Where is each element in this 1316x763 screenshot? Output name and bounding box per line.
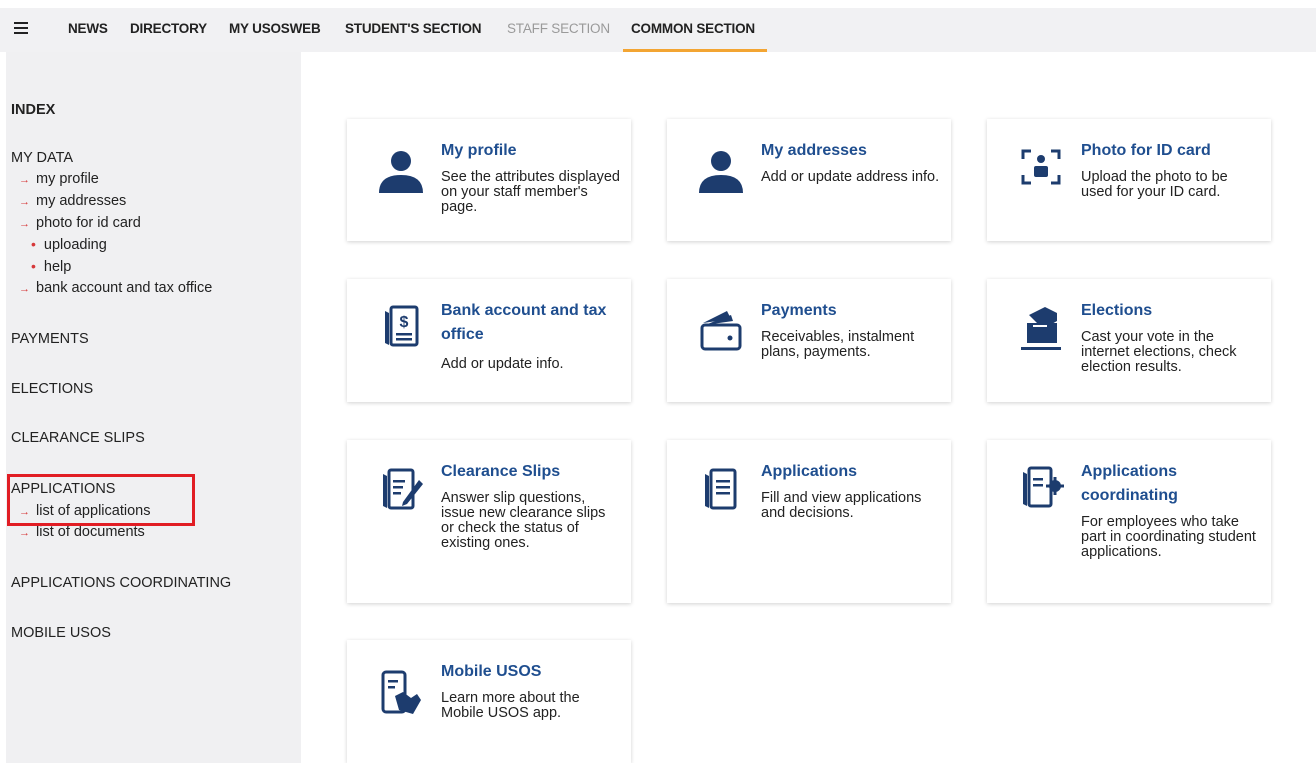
photo-id-icon — [1021, 149, 1061, 185]
person-icon — [379, 151, 423, 193]
card-title: Elections — [1081, 302, 1153, 319]
card-title: Applications — [761, 463, 858, 480]
card-description: Add or update info. — [441, 356, 564, 372]
nav-directory[interactable]: DIRECTORY — [130, 21, 207, 36]
card-title: Payments — [761, 302, 837, 319]
card-title: Applications coordinating — [1081, 463, 1178, 504]
top-navigation: NEWS DIRECTORY MY USOSWEB STUDENT'S SECT… — [0, 8, 1316, 52]
nav-my-usosweb[interactable]: MY USOSWEB — [229, 21, 321, 36]
nav-staff-section[interactable]: STAFF SECTION — [507, 21, 610, 36]
card-title: Photo for ID card — [1081, 142, 1211, 159]
sidebar-item-label: photo for id card — [36, 215, 141, 231]
menu-icon[interactable] — [14, 22, 28, 34]
arrow-right-icon: → — [19, 196, 30, 208]
dollar-document-icon: $ — [385, 305, 419, 347]
card-title: My addresses — [761, 142, 867, 159]
card-applications[interactable]: Applications Fill and view applications … — [667, 440, 951, 603]
sidebar: INDEX MY DATA → my profile → my addresses … — [6, 52, 301, 763]
nav-students-section[interactable]: STUDENT'S SECTION — [345, 21, 482, 36]
sidebar-mobile-usos[interactable]: MOBILE USOS — [11, 625, 111, 641]
card-payments[interactable]: Payments Receivables, instalment plans, … — [667, 279, 951, 402]
card-description: Learn more about the Mobile USOS app. — [441, 690, 580, 721]
sidebar-item-my-profile[interactable]: → my profile — [19, 171, 99, 187]
card-description: Fill and view applications and decisions… — [761, 490, 922, 521]
bullet-icon: • — [31, 258, 36, 274]
card-applications-coordinating[interactable]: Applications coordinating For employees … — [987, 440, 1271, 603]
sidebar-payments[interactable]: PAYMENTS — [11, 331, 89, 347]
sidebar-item-label: my profile — [36, 171, 99, 187]
ballot-box-icon — [1021, 307, 1061, 350]
sidebar-item-list-of-documents[interactable]: → list of documents — [19, 524, 145, 540]
bullet-icon: • — [31, 236, 36, 252]
card-bank-account[interactable]: $ Bank account and tax office Add or upd… — [347, 279, 631, 402]
sidebar-item-label: uploading — [43, 237, 107, 253]
wallet-icon — [700, 311, 742, 351]
highlight-box — [7, 474, 195, 526]
phone-hand-icon — [381, 670, 421, 714]
card-description: Upload the photo to be used for your ID … — [1081, 169, 1228, 200]
card-title: Mobile USOS — [441, 663, 542, 680]
arrow-right-icon: → — [19, 218, 30, 230]
card-description: See the attributes displayed on your sta… — [441, 169, 620, 215]
sidebar-item-label: bank account and tax office — [36, 280, 213, 296]
sidebar-index[interactable]: INDEX — [11, 102, 55, 118]
sidebar-item-help[interactable]: • help — [31, 258, 71, 275]
nav-news[interactable]: NEWS — [68, 21, 108, 36]
sidebar-item-uploading[interactable]: • uploading — [31, 236, 107, 253]
card-clearance-slips[interactable]: Clearance Slips Answer slip questions, i… — [347, 440, 631, 603]
document-gear-icon — [1023, 466, 1064, 508]
sidebar-item-label: my addresses — [36, 193, 127, 209]
sidebar-item-label: help — [43, 259, 72, 275]
sidebar-elections[interactable]: ELECTIONS — [11, 381, 93, 397]
sidebar-item-photo-for-id-card[interactable]: → photo for id card — [19, 215, 141, 231]
arrow-right-icon: → — [19, 283, 30, 295]
card-description: Add or update address info. — [761, 169, 940, 185]
card-description: Cast your vote in the internet elections… — [1081, 329, 1237, 375]
card-title: Bank account and tax office — [441, 302, 607, 343]
sidebar-item-bank-account[interactable]: → bank account and tax office — [19, 280, 212, 296]
card-title: Clearance Slips — [441, 463, 561, 480]
edit-document-icon — [383, 468, 423, 510]
card-my-profile[interactable]: My profile See the attributes displayed … — [347, 119, 631, 241]
sidebar-my-data[interactable]: MY DATA — [11, 150, 73, 166]
arrow-right-icon: → — [19, 527, 30, 539]
sidebar-item-my-addresses[interactable]: → my addresses — [19, 193, 126, 209]
card-description: Receivables, instalment plans, payments. — [761, 329, 915, 360]
card-mobile-usos[interactable]: Mobile USOS Learn more about the Mobile … — [347, 640, 631, 763]
card-description: For employees who take part in coordinat… — [1081, 514, 1256, 560]
person-icon — [699, 151, 743, 193]
sidebar-applications-coordinating[interactable]: APPLICATIONS COORDINATING — [11, 575, 231, 591]
card-elections[interactable]: Elections Cast your vote in the internet… — [987, 279, 1271, 402]
card-photo-for-id-card[interactable]: Photo for ID card Upload the photo to be… — [987, 119, 1271, 241]
sidebar-clearance-slips[interactable]: CLEARANCE SLIPS — [11, 430, 145, 446]
card-description: Answer slip questions, issue new clearan… — [441, 490, 606, 551]
sidebar-item-label: list of documents — [36, 524, 145, 540]
card-my-addresses[interactable]: My addresses Add or update address info. — [667, 119, 951, 241]
arrow-right-icon: → — [19, 174, 30, 186]
card-title: My profile — [441, 142, 517, 159]
document-icon — [705, 468, 737, 510]
nav-common-section[interactable]: COMMON SECTION — [623, 21, 767, 52]
svg-text:$: $ — [400, 314, 409, 331]
